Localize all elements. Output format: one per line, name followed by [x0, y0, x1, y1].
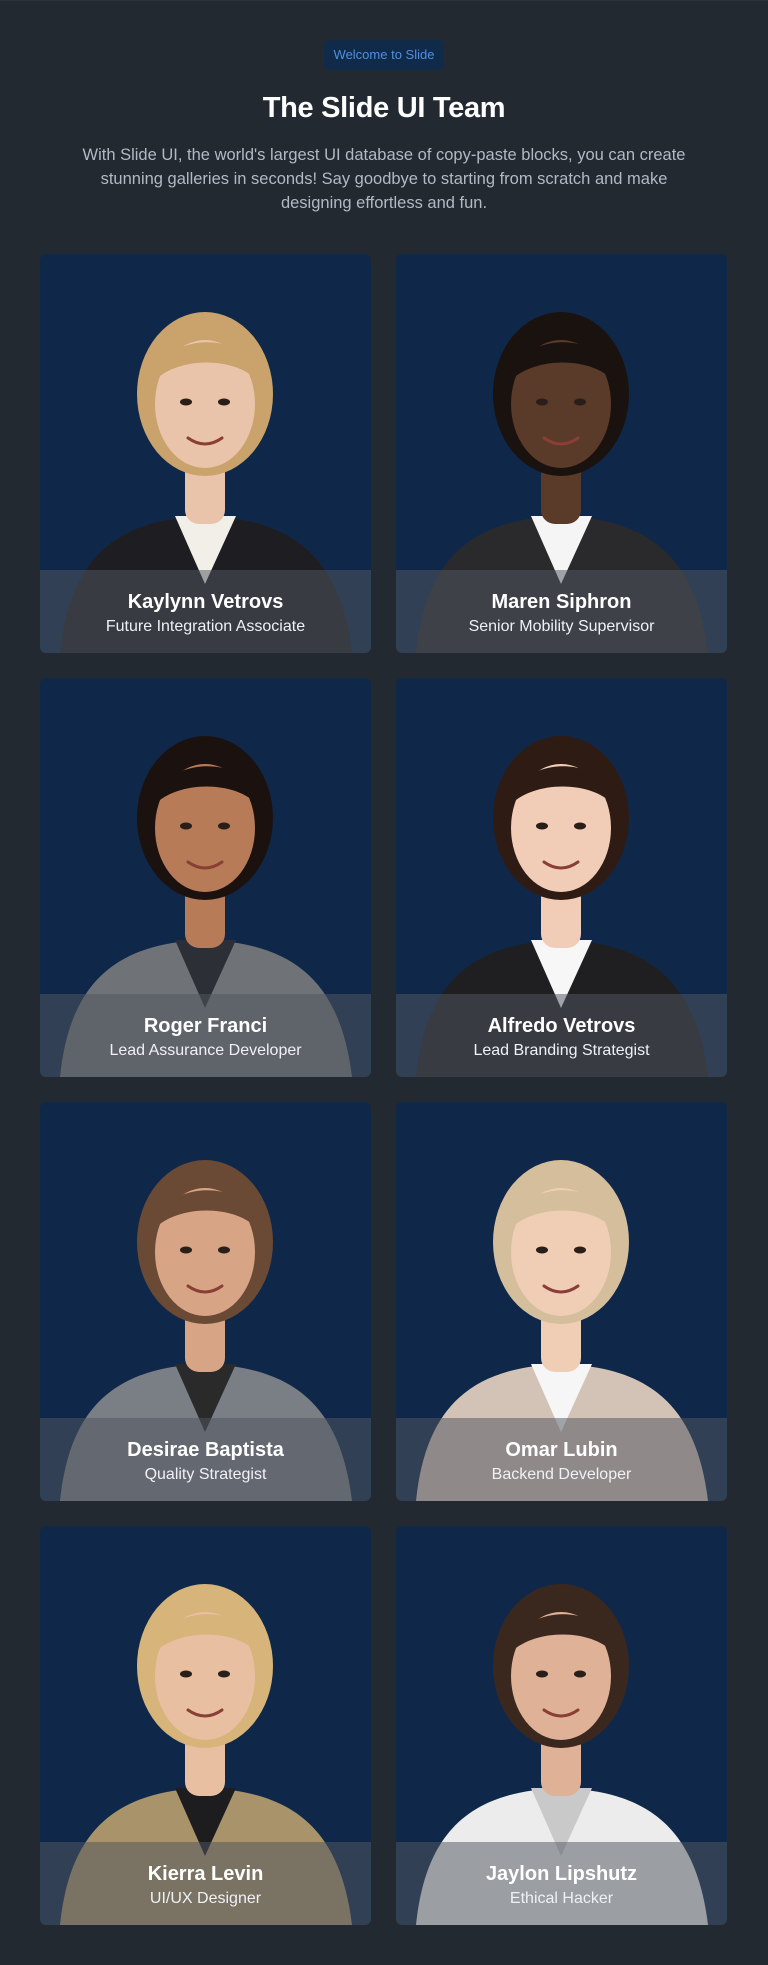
- team-grid: Kaylynn Vetrovs Future Integration Associ…: [40, 254, 727, 1925]
- team-member-card[interactable]: Omar Lubin Backend Developer: [396, 1102, 727, 1501]
- page-subtitle: With Slide UI, the world's largest UI da…: [82, 146, 686, 212]
- member-name: Desirae Baptista: [127, 1439, 284, 1461]
- member-role: Quality Strategist: [144, 1466, 267, 1483]
- team-header: Welcome to Slide The Slide UI Team With …: [0, 1, 768, 215]
- member-role: Ethical Hacker: [509, 1890, 614, 1907]
- team-member-card[interactable]: Roger Franci Lead Assurance Developer: [40, 678, 371, 1077]
- member-role: Future Integration Associate: [105, 618, 306, 635]
- member-name: Maren Siphron: [491, 591, 632, 613]
- member-caption: Maren Siphron Senior Mobility Supervisor: [396, 570, 727, 653]
- member-caption: Kaylynn Vetrovs Future Integration Associ…: [40, 570, 371, 653]
- team-member-card[interactable]: Alfredo Vetrovs Lead Branding Strategist: [396, 678, 727, 1077]
- welcome-badge: Welcome to Slide: [323, 40, 445, 70]
- member-caption: Omar Lubin Backend Developer: [396, 1418, 727, 1501]
- member-name: Jaylon Lipshutz: [485, 1863, 638, 1885]
- page-title: The Slide UI Team: [262, 92, 506, 124]
- member-role: Senior Mobility Supervisor: [468, 618, 655, 635]
- member-caption: Jaylon Lipshutz Ethical Hacker: [396, 1842, 727, 1925]
- team-member-card[interactable]: Maren Siphron Senior Mobility Supervisor: [396, 254, 727, 653]
- member-role: UI/UX Designer: [149, 1890, 262, 1907]
- member-caption: Alfredo Vetrovs Lead Branding Strategist: [396, 994, 727, 1077]
- member-role: Lead Assurance Developer: [109, 1042, 302, 1059]
- team-member-card[interactable]: Desirae Baptista Quality Strategist: [40, 1102, 371, 1501]
- team-member-card[interactable]: Kaylynn Vetrovs Future Integration Associ…: [40, 254, 371, 653]
- member-caption: Kierra Levin UI/UX Designer: [40, 1842, 371, 1925]
- team-page: Welcome to Slide The Slide UI Team With …: [0, 0, 768, 1965]
- member-name: Alfredo Vetrovs: [487, 1015, 636, 1037]
- member-name: Kierra Levin: [147, 1863, 264, 1885]
- member-caption: Roger Franci Lead Assurance Developer: [40, 994, 371, 1077]
- member-name: Roger Franci: [143, 1015, 268, 1037]
- member-role: Backend Developer: [491, 1466, 632, 1483]
- member-role: Lead Branding Strategist: [473, 1042, 650, 1059]
- team-member-card[interactable]: Jaylon Lipshutz Ethical Hacker: [396, 1526, 727, 1925]
- member-caption: Desirae Baptista Quality Strategist: [40, 1418, 371, 1501]
- member-name: Kaylynn Vetrovs: [127, 591, 284, 613]
- team-member-card[interactable]: Kierra Levin UI/UX Designer: [40, 1526, 371, 1925]
- member-name: Omar Lubin: [505, 1439, 618, 1461]
